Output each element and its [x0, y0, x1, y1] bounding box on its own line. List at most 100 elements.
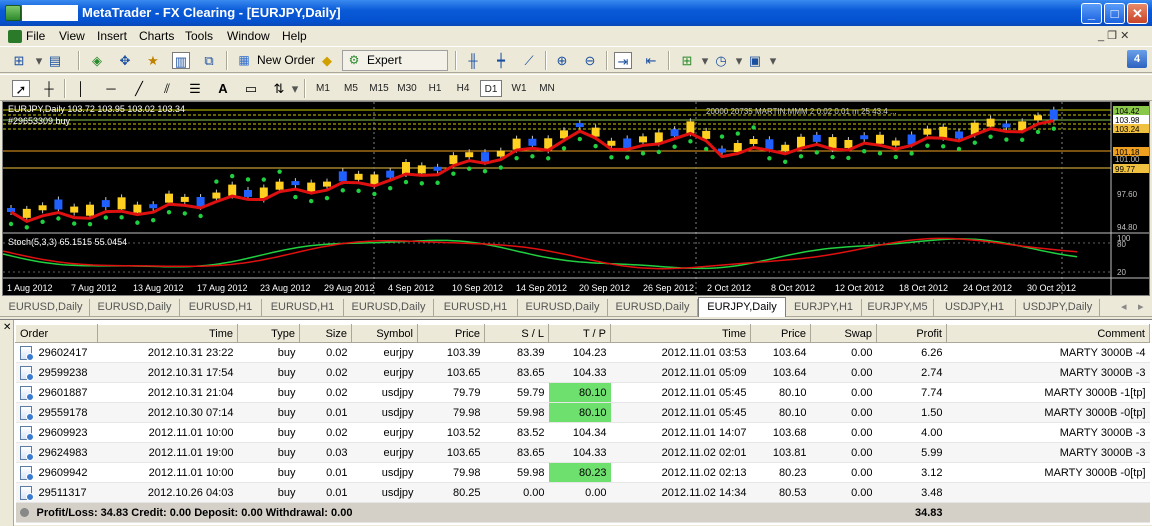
price-chart[interactable]: EURJPY,Daily 103.72 103.95 103.02 103.34… [2, 101, 1150, 296]
cell-swap: 0.00 [810, 342, 877, 363]
col-sl[interactable]: S / L [484, 324, 549, 343]
expert-advisors-button[interactable]: ⚙ Expert Advisors [342, 50, 448, 86]
minimize-button[interactable]: _ [1081, 3, 1102, 24]
timeframe-d1[interactable]: D1 [480, 80, 502, 97]
menu-file[interactable]: File [26, 29, 45, 43]
sar-dot [24, 225, 29, 230]
chart-tab[interactable]: EURUSD,Daily [90, 299, 180, 316]
navigator-icon[interactable]: ★ [144, 52, 162, 69]
col-tp[interactable]: T / P [548, 324, 611, 343]
chart-tab[interactable]: USDJPY,Daily [1016, 299, 1100, 316]
help-badge[interactable]: 4 [1127, 50, 1147, 68]
candle-body [70, 206, 79, 213]
chart-tab[interactable]: EURUSD,H1 [180, 299, 262, 316]
zoom-out-icon[interactable]: ⊖ [581, 52, 599, 69]
dropdown-icon[interactable]: ▾ [286, 80, 304, 97]
chart-tab[interactable]: EURJPY,H1 [786, 299, 862, 316]
periods-icon[interactable]: ◷ [712, 52, 730, 69]
timeframe-h1[interactable]: H1 [424, 80, 446, 97]
chart-shift-icon[interactable]: ⇤ [642, 52, 660, 69]
table-row[interactable]: 29601887 2012.10.31 21:04 buy 0.02 usdjpy 79.… [15, 382, 1150, 403]
table-row[interactable]: 29602417 2012.10.31 23:22 buy 0.02 eurjpy 103… [15, 342, 1150, 363]
alert-icon[interactable]: ◆ [318, 52, 336, 69]
timeframe-m30[interactable]: M30 [396, 80, 418, 97]
col-type[interactable]: Type [237, 324, 300, 343]
mdi-controls[interactable]: _ ❐ ✕ [1098, 29, 1129, 42]
candle-body [781, 144, 790, 151]
dropdown-icon[interactable]: ▾ [764, 52, 782, 69]
new-order-button[interactable]: ▦ New Order [232, 50, 322, 71]
bar-chart-icon[interactable]: ╫ [464, 52, 482, 69]
terminal-icon[interactable]: ▥ [172, 52, 190, 69]
timeframe-mn[interactable]: MN [536, 80, 558, 97]
cell-type: buy [237, 482, 300, 503]
chart-tab[interactable]: EURJPY,M5 [862, 299, 934, 316]
crosshair-tool-icon[interactable]: ┼ [40, 80, 58, 97]
candlestick-icon[interactable]: ┿ [492, 52, 510, 69]
timeframe-m15[interactable]: M15 [368, 80, 390, 97]
templates-icon[interactable]: ▣ [746, 52, 764, 69]
history-table: Order Time Type Size Symbol Price S / L … [15, 324, 1150, 523]
chart-tab[interactable]: USDJPY,H1 [934, 299, 1016, 316]
table-row[interactable]: 29609942 2012.11.01 10:00 buy 0.01 usdjpy 79.… [15, 462, 1150, 483]
sar-dot [877, 151, 883, 156]
market-watch-icon[interactable]: ◈ [88, 52, 106, 69]
tester-icon[interactable]: ⧉ [200, 52, 218, 69]
table-row[interactable]: 29511317 2012.10.26 04:03 buy 0.01 usdjpy 80.… [15, 482, 1150, 503]
timeframe-m1[interactable]: M1 [312, 80, 334, 97]
col-close-price[interactable]: Price [750, 324, 811, 343]
chart-tab-bar: ◂ ▸ EURUSD,Daily EURUSD,Daily EURUSD,H1 EUR… [0, 297, 1152, 317]
chart-tab[interactable]: EURUSD,Daily [2, 299, 90, 316]
profiles-icon[interactable]: ▤ [46, 52, 64, 69]
candle-body [291, 181, 300, 186]
new-chart-icon[interactable]: ⊞ [10, 52, 28, 69]
col-order[interactable]: Order [15, 324, 98, 343]
text-icon[interactable]: A [214, 80, 232, 97]
autoscroll-icon[interactable]: ⇥ [614, 52, 632, 69]
cursor-icon[interactable]: ➚ [12, 80, 30, 97]
menu-help[interactable]: Help [282, 29, 307, 43]
menu-insert[interactable]: Insert [97, 29, 127, 43]
chart-tab[interactable]: EURUSD,H1 [262, 299, 344, 316]
label-icon[interactable]: ▭ [242, 80, 260, 97]
terminal-close-icon[interactable]: ✕ [3, 323, 13, 333]
timeframe-w1[interactable]: W1 [508, 80, 530, 97]
tab-scroll-left-icon[interactable]: ◂ [1121, 300, 1127, 313]
channel-icon[interactable]: ⫽ [158, 80, 176, 97]
line-chart-icon[interactable]: ⟋ [520, 52, 538, 69]
menu-tools[interactable]: Tools [185, 29, 213, 43]
maximize-button[interactable]: □ [1104, 3, 1125, 24]
col-symbol[interactable]: Symbol [351, 324, 418, 343]
zoom-in-icon[interactable]: ⊕ [553, 52, 571, 69]
fibonacci-icon[interactable]: ☰ [186, 80, 204, 97]
summary-cell: Profit/Loss: 34.83 Credit: 0.00 Deposit:… [15, 502, 877, 523]
horizontal-line-icon[interactable]: ─ [102, 80, 120, 97]
vertical-line-icon[interactable]: │ [72, 80, 90, 97]
col-comment[interactable]: Comment [946, 324, 1150, 343]
col-time[interactable]: Time [97, 324, 238, 343]
trendline-icon[interactable]: ╱ [130, 80, 148, 97]
menu-charts[interactable]: Charts [139, 29, 174, 43]
timeframe-h4[interactable]: H4 [452, 80, 474, 97]
crosshair-icon[interactable]: ✥ [116, 52, 134, 69]
menu-window[interactable]: Window [227, 29, 270, 43]
chart-tab[interactable]: EURUSD,Daily [344, 299, 434, 316]
chart-tab[interactable]: EURUSD,Daily [518, 299, 608, 316]
menu-view[interactable]: View [59, 29, 85, 43]
col-size[interactable]: Size [299, 324, 352, 343]
col-profit[interactable]: Profit [876, 324, 947, 343]
close-button[interactable]: ✕ [1127, 3, 1148, 24]
indicators-icon[interactable]: ⊞ [678, 52, 696, 69]
col-close-time[interactable]: Time [610, 324, 751, 343]
table-row[interactable]: 29599238 2012.10.31 17:54 buy 0.02 eurjpy 103… [15, 362, 1150, 383]
table-row[interactable]: 29559178 2012.10.30 07:14 buy 0.01 usdjpy 79.… [15, 402, 1150, 423]
table-row[interactable]: 29609923 2012.11.01 10:00 buy 0.02 eurjpy 103… [15, 422, 1150, 443]
col-swap[interactable]: Swap [810, 324, 877, 343]
timeframe-m5[interactable]: M5 [340, 80, 362, 97]
chart-tab[interactable]: EURJPY,Daily [698, 297, 786, 317]
chart-tab[interactable]: EURUSD,H1 [434, 299, 518, 316]
tab-scroll-right-icon[interactable]: ▸ [1138, 300, 1144, 313]
chart-tab[interactable]: EURUSD,Daily [608, 299, 698, 316]
col-price[interactable]: Price [417, 324, 485, 343]
table-row[interactable]: 29624983 2012.11.01 19:00 buy 0.03 eurjpy 103… [15, 442, 1150, 463]
